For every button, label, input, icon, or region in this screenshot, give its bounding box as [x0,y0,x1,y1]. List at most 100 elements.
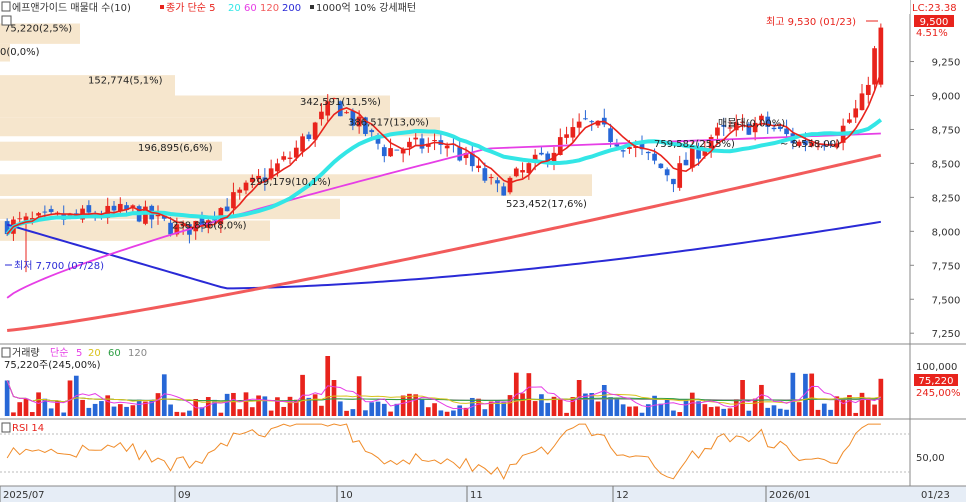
volume-bar [545,402,551,416]
volume-bar [363,410,368,416]
volume-bar [388,411,393,416]
volume-bar [92,403,98,416]
chart-window: 9,250 9,000 8,750 8,500 8,250 8,000 7,750 7,500… [0,0,966,502]
volume-bar [86,407,92,416]
volume-bar [677,412,683,416]
volume-bar [639,412,645,416]
volume-bar [526,373,532,416]
volume-bar [671,410,676,416]
legend-bar [0,0,910,14]
candle-body [388,148,393,157]
stock-chart: 9,250 9,000 8,750 8,500 8,250 8,000 7,750 7,500… [0,0,966,502]
volume-bar [136,399,142,416]
candle-body [275,163,280,172]
candle-body [507,177,513,193]
volume-y-tick: 100,000 [916,362,957,373]
volume-bar [457,405,463,416]
volume-bar [155,393,161,416]
y-tick-label: 8,250 [932,193,961,204]
volume-bar [689,392,695,416]
rsi-toggle-icon[interactable] [1,422,11,433]
volume-bar [658,403,664,416]
volume-bar [394,403,400,416]
volume-bar [557,398,563,416]
volume-bar [840,398,846,416]
volume-bar [124,406,129,416]
volume-profile-label: 523,452(17,6%) [506,199,587,210]
volume-bar [174,411,180,416]
volume-bar [375,401,381,416]
volume-bar [99,401,104,416]
volume-bar [432,403,437,416]
volume-last-pct: 245,00% [916,388,961,399]
y-tick-label: 7,750 [932,261,961,272]
candle-body [652,153,657,161]
volume-toggle-icon[interactable] [1,347,11,358]
volume-profile-label: 386,517(13,0%) [348,117,429,128]
volume-bar [708,407,714,416]
candle-body [306,134,312,139]
volume-bar [451,410,456,416]
y-tick-label: 7,500 [932,295,961,306]
candle-body [620,150,626,152]
candle-body [413,137,419,140]
last-price-label: 9,500 [920,17,949,28]
volume-bar [438,410,444,416]
x-tick-label: 09 [178,490,191,501]
volume-bar [17,402,23,416]
x-tick-label: 11 [470,490,483,501]
volume-ma-period: 120 [128,348,147,359]
candle-body [319,111,324,120]
volume-bar [683,399,689,416]
volume-bar [859,392,865,416]
ma5-legend-label: 종가 단순 5 [166,2,216,14]
volume-bar [721,408,727,416]
volume-profile-label: 152,774(5,1%) [88,75,163,86]
candle-body [344,112,349,114]
volume-profile-label: 342,591(11,5%) [300,97,381,108]
volume-bar [507,395,513,416]
volume-last-label: 75,220주(245,00%) [4,360,101,371]
candle-body [872,48,877,85]
volume-bar [828,409,833,416]
candle-body [394,149,400,151]
candle-body [224,206,230,212]
candle-body [859,93,865,111]
lc-label: LC:23.38 [912,3,957,14]
candle-body [513,168,519,177]
volume-bar [476,398,481,416]
volume-bar [262,396,268,416]
y-tick-label: 9,250 [932,58,961,69]
volume-bar [482,409,488,416]
candle-body [369,130,375,133]
volume-bar [865,397,871,416]
grid-icon[interactable] [1,15,12,26]
candle-body [865,84,871,95]
candle-body [482,168,488,181]
volume-bar [715,406,720,416]
volume-bar [520,393,525,416]
volume-bar [319,405,324,416]
volume-title: 거래량 [12,347,40,359]
volume-bar [231,392,236,416]
volume-bar [727,408,733,416]
volume-bar [249,407,255,416]
volume-bar [733,399,739,416]
y-tick-label: 8,000 [932,227,961,238]
volume-bar [853,412,859,416]
volume-bar [218,412,224,416]
candle-body [658,163,664,169]
candle-body [501,186,507,196]
volume-bar [752,398,758,416]
candle-body [86,205,92,213]
candle-body [243,182,249,191]
x-tick-label: 12 [616,490,629,501]
volume-bar [80,399,85,416]
volume-bar [796,402,802,416]
volume-bar [620,404,626,416]
volume-bar [872,404,877,416]
volume-bar [237,409,243,416]
volume-bar [36,392,41,416]
volume-bar [601,385,607,416]
volume-bar [67,380,73,416]
